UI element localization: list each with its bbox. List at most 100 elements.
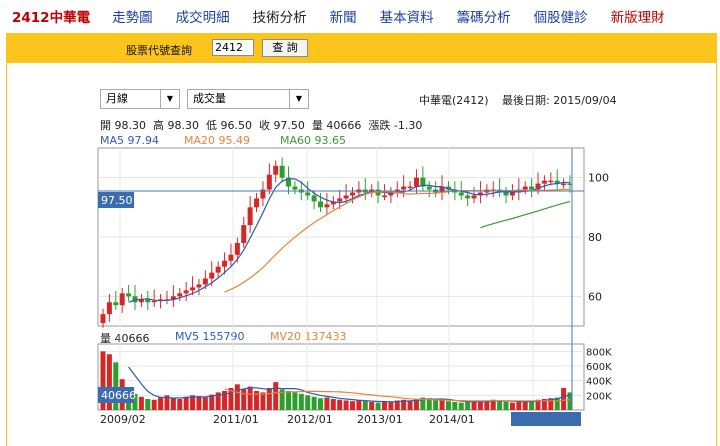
candle-body (113, 302, 119, 306)
candle-body (126, 293, 132, 297)
volume-bar (343, 400, 349, 410)
candle-body (177, 293, 183, 297)
candle-body (426, 186, 432, 190)
volume-bar (369, 401, 375, 410)
candle-body (215, 266, 221, 273)
date-tick-label: 2011/01 (213, 413, 259, 426)
candle-body (202, 278, 208, 285)
candle-body (503, 192, 509, 196)
volume-bar (305, 395, 311, 410)
volume-bar (465, 401, 471, 410)
candle-body (413, 177, 419, 187)
volume-tick-label: 200K (586, 391, 612, 402)
volume-bar (516, 401, 522, 410)
date-marker (511, 412, 581, 426)
volume-bar (433, 399, 439, 410)
candle-body (100, 314, 106, 324)
volume-bar (471, 401, 477, 410)
volume-bar (388, 401, 394, 410)
candle-body (349, 192, 355, 196)
volume-bar (445, 401, 451, 410)
volume-bar (292, 392, 298, 410)
volume-bar (503, 401, 509, 410)
volume-bar (407, 401, 413, 410)
volume-bar (497, 401, 503, 410)
volume-bar (196, 396, 202, 410)
volume-marker-label: 40666 (101, 389, 136, 402)
candle-body (529, 186, 535, 190)
ma60-line (480, 200, 571, 229)
volume-bar (349, 401, 355, 410)
volume-bar (509, 402, 515, 410)
volume-bar (266, 388, 272, 410)
volume-bar (286, 390, 292, 410)
candle-body (209, 272, 215, 279)
candle-body (561, 183, 567, 186)
candle-body (471, 195, 477, 199)
volume-bar (452, 401, 458, 410)
volume-bar (273, 382, 279, 410)
volume-tick-label: 600K (586, 362, 612, 373)
candle-body (266, 174, 272, 190)
price-tick-label: 80 (588, 231, 602, 244)
volume-bar (260, 392, 266, 410)
volume-bar (145, 399, 151, 410)
volume-bar (477, 401, 483, 410)
candle-body (311, 195, 317, 202)
candle-body (465, 195, 471, 199)
volume-tick-label: 800K (586, 347, 612, 358)
volume-bar (458, 402, 464, 410)
volume-bar (330, 399, 336, 410)
volume-bar (381, 401, 387, 410)
volume-bar (202, 397, 208, 410)
candle-body (401, 186, 407, 190)
ma20-line (224, 188, 571, 293)
price-volume-chart[interactable]: 97.50 40666 60 80 100 800K 600K 400K 200K 2009/… (0, 0, 720, 446)
volume-bar (375, 402, 381, 410)
volume-bar (356, 400, 362, 410)
candle-body (458, 192, 464, 196)
candle-body (509, 192, 515, 196)
date-tick-label: 2013/01 (357, 413, 403, 426)
candle-body (292, 186, 298, 190)
candle-body (145, 299, 151, 303)
candle-body (381, 195, 387, 197)
volume-bar (177, 399, 183, 410)
volume-bar (170, 398, 176, 410)
candle-body (548, 180, 554, 183)
volume-bar (241, 389, 247, 410)
price-marker-label: 97.50 (101, 194, 133, 207)
volume-bar (337, 399, 343, 410)
volume-bar (311, 396, 317, 410)
date-tick-label: 2009/02 (100, 413, 146, 426)
ma5-line (128, 178, 571, 303)
volume-bar (183, 396, 189, 410)
volume-bar (138, 396, 144, 410)
candle-body (247, 207, 253, 226)
volume-bar (439, 400, 445, 410)
date-tick-label: 2014/01 (429, 413, 475, 426)
candle-body (407, 186, 413, 189)
price-tick-label: 100 (588, 172, 609, 185)
candle-body (337, 198, 343, 202)
volume-bar (298, 393, 304, 410)
mv5-line (128, 366, 571, 403)
candle-body (324, 204, 330, 208)
candle-body (183, 290, 189, 294)
volume-bar (151, 399, 157, 410)
volume-bar (318, 398, 324, 410)
volume-bar (234, 384, 240, 410)
volume-bar (247, 386, 253, 410)
price-tick-label: 60 (588, 290, 602, 303)
candle-body (119, 293, 125, 306)
candle-body (279, 165, 285, 178)
volume-bar (362, 401, 368, 410)
candle-body (222, 260, 228, 267)
candle-body (151, 300, 157, 303)
candle-body (254, 198, 260, 208)
candle-body (541, 180, 547, 184)
candle-body (106, 302, 112, 315)
candle-body (273, 165, 279, 175)
volume-tick-label: 400K (586, 377, 612, 388)
candle-body (196, 284, 202, 288)
